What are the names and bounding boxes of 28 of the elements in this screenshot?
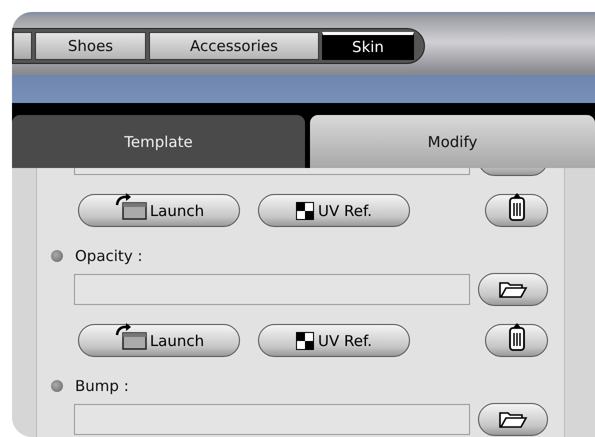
category-tab[interactable]: Accessories: [149, 32, 319, 60]
file-path-field[interactable]: [74, 404, 470, 435]
category-tab[interactable]: Skin: [322, 32, 414, 60]
map-label: Opacity :: [75, 247, 143, 265]
folder-icon: [498, 280, 528, 298]
mode-tab[interactable]: Modify: [310, 115, 595, 168]
launch-icon: [114, 192, 148, 220]
delete-button[interactable]: [485, 194, 548, 227]
uv-reference-button[interactable]: UV Ref.: [258, 194, 410, 227]
launch-button[interactable]: Launch: [78, 194, 240, 227]
checker-icon: [296, 332, 314, 350]
browse-button[interactable]: [478, 273, 548, 306]
bullet-icon: [51, 250, 63, 262]
category-tab[interactable]: Shoes: [35, 32, 146, 60]
file-path-field[interactable]: [74, 274, 470, 305]
uv-reference-button[interactable]: UV Ref.: [258, 324, 410, 357]
checker-icon: [296, 202, 314, 220]
trash-icon: [508, 192, 526, 222]
mode-tab[interactable]: Template: [12, 115, 305, 168]
launch-icon: [114, 322, 148, 350]
map-label: Bump :: [75, 377, 129, 395]
trash-icon: [508, 322, 526, 352]
delete-button[interactable]: [485, 324, 548, 357]
browse-button[interactable]: [478, 403, 548, 436]
bullet-icon: [51, 380, 63, 392]
launch-button[interactable]: Launch: [78, 324, 240, 357]
tab[interactable]: [13, 32, 32, 60]
folder-icon: [498, 410, 528, 428]
